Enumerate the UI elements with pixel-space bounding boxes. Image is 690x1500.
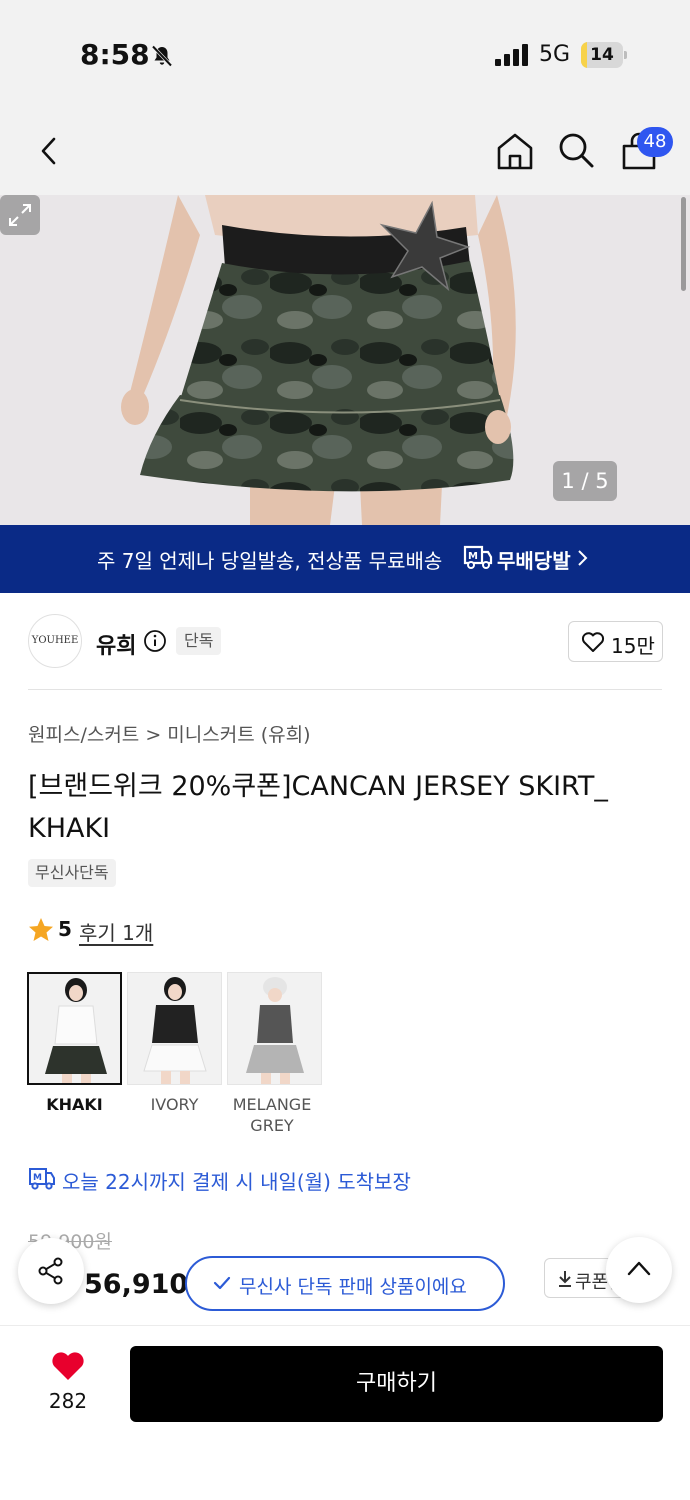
battery-icon: 14 bbox=[581, 42, 627, 68]
expand-icon[interactable] bbox=[0, 195, 40, 235]
delivery-guarantee-text: 오늘 22시까지 결제 시 내일(월) 도착보장 bbox=[62, 1170, 411, 1194]
color-option-label: MELANGE GREY bbox=[232, 1095, 312, 1135]
toast-text: 무신사 단독 판매 상품이에요 bbox=[239, 1276, 467, 1298]
brand-like-button[interactable]: 15만 bbox=[568, 621, 663, 662]
star-icon bbox=[29, 918, 53, 941]
color-option-khaki[interactable] bbox=[27, 972, 122, 1085]
product-title: [브랜드위크 20%쿠폰]CANCAN JERSEY SKIRT_ KHAKI bbox=[28, 771, 608, 844]
option-thumbnail bbox=[29, 974, 120, 1083]
search-icon[interactable] bbox=[554, 129, 598, 173]
heart-outline-icon bbox=[581, 632, 605, 652]
buy-button[interactable]: 구매하기 bbox=[130, 1346, 663, 1422]
network-type: 5G bbox=[539, 42, 571, 67]
product-image-gallery[interactable]: 1 / 5 bbox=[0, 195, 690, 525]
color-option-label: KHAKI bbox=[46, 1095, 103, 1114]
share-icon bbox=[38, 1257, 63, 1285]
option-thumbnail bbox=[128, 973, 221, 1084]
check-icon bbox=[213, 1276, 231, 1290]
brand-like-count: 15만 bbox=[611, 634, 655, 658]
image-counter: 1 / 5 bbox=[553, 461, 617, 501]
top-nav: 48 bbox=[0, 105, 690, 195]
cart-count-badge: 48 bbox=[637, 127, 673, 157]
heart-filled-icon[interactable] bbox=[50, 1350, 86, 1382]
share-button[interactable] bbox=[18, 1238, 84, 1304]
delivery-truck-icon: M bbox=[29, 1168, 55, 1190]
status-time: 8:58 bbox=[80, 38, 150, 71]
brand-exclusive-tag: 단독 bbox=[176, 627, 222, 655]
home-icon[interactable] bbox=[493, 129, 537, 173]
wish-count: 282 bbox=[48, 1389, 88, 1413]
color-option-label: IVORY bbox=[150, 1095, 199, 1114]
breadcrumb[interactable]: 원피스/스커트 > 미니스커트 (유희) bbox=[28, 720, 311, 747]
info-icon[interactable] bbox=[143, 629, 167, 653]
back-icon[interactable] bbox=[28, 129, 72, 173]
color-option-melange-grey[interactable] bbox=[227, 972, 322, 1085]
signal-icon bbox=[495, 44, 528, 66]
bell-off-icon bbox=[151, 45, 173, 67]
download-icon bbox=[559, 1271, 571, 1287]
color-option-ivory[interactable] bbox=[127, 972, 222, 1085]
brand-name[interactable]: 유희 bbox=[96, 628, 136, 660]
delivery-banner[interactable]: 주 7일 언제나 당일발송, 전상품 무료배송 M 무배당발 bbox=[0, 525, 690, 593]
svg-text:M: M bbox=[468, 551, 478, 562]
rating-score: 5 bbox=[58, 917, 72, 941]
chevron-up-icon bbox=[627, 1261, 651, 1276]
divider bbox=[28, 689, 662, 690]
bottom-action-bar: 282 구매하기 bbox=[0, 1325, 690, 1500]
brand-logo[interactable]: YOUHEE bbox=[28, 614, 82, 668]
exclusive-badge: 무신사단독 bbox=[28, 859, 116, 887]
chevron-right-icon bbox=[578, 550, 588, 566]
status-bar: 8:58 5G 14 bbox=[0, 0, 690, 105]
scroll-indicator bbox=[681, 197, 686, 291]
banner-text: 주 7일 언제나 당일발송, 전상품 무료배송 bbox=[97, 549, 443, 573]
exclusive-toast: 무신사 단독 판매 상품이에요 bbox=[185, 1256, 505, 1311]
svg-text:M: M bbox=[33, 1173, 42, 1183]
banner-brand: 무배당발 bbox=[497, 549, 571, 573]
scroll-to-top-button[interactable] bbox=[606, 1237, 672, 1303]
delivery-truck-icon: M bbox=[463, 545, 493, 569]
battery-level: 14 bbox=[590, 45, 614, 65]
option-thumbnail bbox=[228, 973, 321, 1084]
reviews-link[interactable]: 후기 1개 bbox=[79, 917, 153, 946]
